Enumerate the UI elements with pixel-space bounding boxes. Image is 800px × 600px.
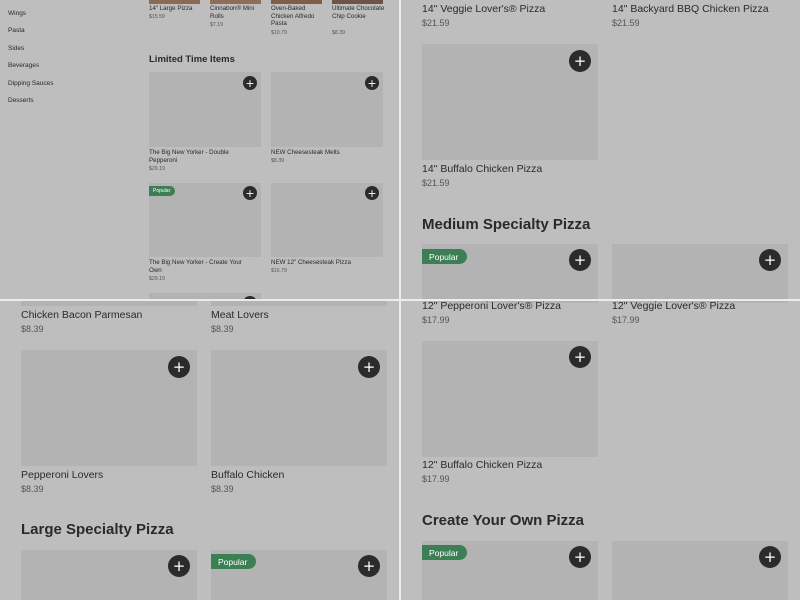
sidebar-item-sides[interactable]: Sides [8, 45, 24, 52]
add-item-button[interactable]: + [569, 546, 591, 568]
menu-item-image[interactable] [21, 301, 197, 306]
menu-item-name[interactable]: The Big New Yorker - Double Pepperoni [149, 149, 249, 164]
menu-item-price: $17.99 [612, 315, 640, 325]
popular-badge: Popular [149, 186, 176, 196]
menu-item-name[interactable]: Pepperoni Lovers [21, 469, 103, 481]
menu-item-name[interactable]: 14" Buffalo Chicken Pizza [422, 163, 542, 175]
add-item-button[interactable]: + [168, 356, 190, 378]
top-item-price: $7.19 [210, 22, 223, 28]
quadrant-bottom-left: Chicken Bacon Parmesan $8.39 Meat Lovers… [0, 301, 399, 600]
top-item-price: $8.39 [332, 30, 345, 36]
add-item-button[interactable]: + [365, 186, 379, 200]
menu-item-name[interactable]: 12" Pepperoni Lover's® Pizza [422, 301, 561, 312]
menu-item-price: $8.39 [211, 324, 234, 334]
add-item-button[interactable]: + [759, 249, 781, 271]
menu-item-price: $8.39 [211, 484, 234, 494]
menu-item-name[interactable]: Buffalo Chicken [211, 469, 284, 481]
menu-item-image[interactable] [211, 301, 387, 306]
top-item-name[interactable]: Cinnabon® Mini Rolls [210, 5, 266, 20]
menu-item-price: $8.39 [271, 158, 284, 164]
top-item-name[interactable]: Ultimate Chocolate Chip Cookie [332, 5, 388, 20]
menu-item-name[interactable]: Chicken Bacon Parmesan [21, 309, 142, 321]
menu-item-name[interactable]: The Big New Yorker - Create Your Own [149, 259, 255, 274]
add-item-button[interactable]: + [569, 249, 591, 271]
sidebar-item-pasta[interactable]: Pasta [8, 27, 25, 34]
menu-item-name[interactable]: 14" Backyard BBQ Chicken Pizza [612, 3, 769, 15]
add-item-button[interactable]: + [759, 546, 781, 568]
popular-badge: Popular [211, 554, 257, 569]
quadrant-top-right: 14" Veggie Lover's® Pizza $21.59 14" Bac… [401, 0, 800, 299]
sidebar-item-wings[interactable]: Wings [8, 10, 26, 17]
section-title-large-specialty: Large Specialty Pizza [21, 521, 174, 538]
menu-item-name[interactable]: NEW 12" Cheesesteak Pizza [271, 259, 351, 267]
menu-item-price: $21.59 [612, 18, 640, 28]
add-item-button[interactable]: + [243, 76, 257, 90]
sidebar-item-dipping-sauces[interactable]: Dipping Sauces [8, 80, 54, 87]
top-item-image[interactable] [210, 0, 261, 4]
section-title-medium-specialty: Medium Specialty Pizza [422, 216, 591, 233]
menu-item-price: $29.19 [149, 166, 165, 172]
add-item-button[interactable]: + [569, 50, 591, 72]
top-item-image[interactable] [332, 0, 383, 4]
menu-item-name[interactable]: NEW Cheesesteak Melts [271, 149, 340, 157]
top-item-name[interactable]: Oven-Baked Chicken Alfredo Pasta [271, 5, 329, 28]
add-item-button[interactable]: + [365, 76, 379, 90]
add-item-button[interactable]: + [168, 555, 190, 577]
menu-item-price: $21.59 [422, 18, 450, 28]
menu-item-name[interactable]: Meat Lovers [211, 309, 269, 321]
menu-item-name[interactable]: 12" Buffalo Chicken Pizza [422, 459, 542, 471]
add-item-button[interactable]: + [243, 186, 257, 200]
top-item-price: $10.79 [271, 30, 287, 36]
menu-item-price: $8.39 [21, 484, 44, 494]
menu-item-price: $21.59 [422, 178, 450, 188]
section-title-create-your-own: Create Your Own Pizza [422, 512, 584, 529]
add-item-button[interactable]: + [569, 346, 591, 368]
add-item-button[interactable]: + [358, 356, 380, 378]
menu-item-price: $8.39 [21, 324, 44, 334]
menu-item-name[interactable]: 14" Veggie Lover's® Pizza [422, 3, 545, 15]
horizontal-divider [0, 299, 800, 301]
menu-item-price: $16.79 [271, 268, 287, 274]
top-item-price: $15.59 [149, 14, 165, 20]
menu-item-name[interactable]: 12" Veggie Lover's® Pizza [612, 301, 735, 312]
top-item-name[interactable]: 14" Large Pizza [149, 5, 192, 13]
sidebar-item-desserts[interactable]: Desserts [8, 97, 34, 104]
popular-badge: Popular [422, 249, 468, 264]
popular-badge: Popular [422, 545, 468, 560]
quadrant-top-left: Wings Pasta Sides Beverages Dipping Sauc… [0, 0, 399, 299]
sidebar-item-beverages[interactable]: Beverages [8, 62, 39, 69]
section-title-limited-time: Limited Time Items [149, 54, 235, 65]
add-item-button[interactable]: + [358, 555, 380, 577]
top-item-image[interactable] [271, 0, 322, 4]
menu-item-price: $17.99 [422, 474, 450, 484]
menu-item-price: $29.19 [149, 276, 165, 282]
menu-item-price: $17.99 [422, 315, 450, 325]
quadrant-bottom-right: 12" Pepperoni Lover's® Pizza $17.99 12" … [401, 301, 800, 600]
top-item-image[interactable] [149, 0, 200, 4]
